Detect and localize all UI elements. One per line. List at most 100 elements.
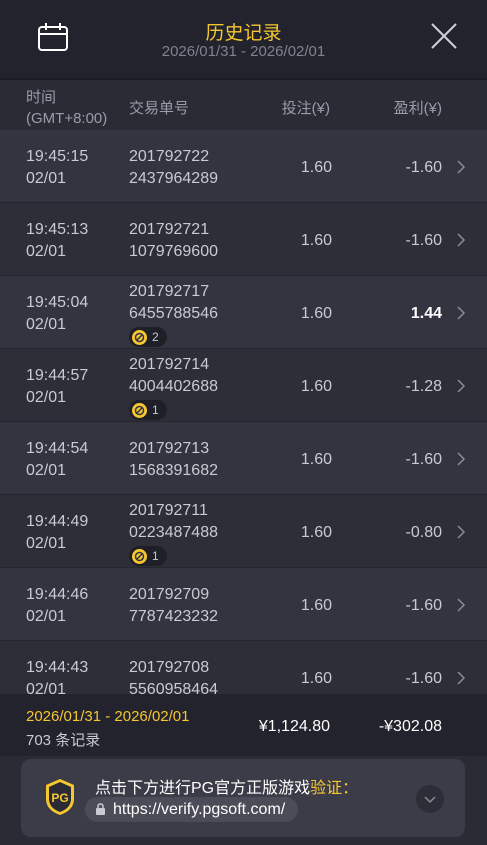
history-row[interactable]: 19:45:04 02/01 201792717 6455788546 2 1.… xyxy=(0,276,487,349)
free-spin-count: 1 xyxy=(152,403,159,417)
chevron-right-icon[interactable] xyxy=(456,451,466,467)
row-id-part2: 0223487488 xyxy=(129,524,218,541)
history-row[interactable]: 19:44:57 02/01 201792714 4004402688 1 1.… xyxy=(0,349,487,422)
column-time: 时间 (GMT+8:00) xyxy=(26,87,107,129)
free-spin-coin-icon xyxy=(132,548,147,564)
chevron-down-icon[interactable] xyxy=(416,785,444,813)
summary-total-bet: ¥1,124.80 xyxy=(258,718,330,735)
row-date: 02/01 xyxy=(26,316,67,333)
row-profit: -1.60 xyxy=(405,670,442,687)
row-bet: 1.60 xyxy=(300,524,332,541)
row-id-part2: 1079769600 xyxy=(129,243,218,260)
free-spin-coin-icon xyxy=(132,402,147,418)
chevron-right-icon[interactable] xyxy=(456,159,466,175)
lock-icon xyxy=(96,803,105,815)
row-bet: 1.60 xyxy=(300,159,332,176)
verify-text-main: 点击下方进行PG官方正版游戏 xyxy=(95,780,311,797)
row-id-part2: 2437964289 xyxy=(129,170,218,187)
svg-text:PG: PG xyxy=(51,791,68,805)
free-spin-badge: 2 xyxy=(129,327,167,347)
history-row[interactable]: 19:44:43 02/01 201792708 5560958464 1.60… xyxy=(0,641,487,694)
verify-banner: PG 点击下方进行PG官方正版游戏验证： https://verify.pgso… xyxy=(21,759,465,837)
header: 历史记录 2026/01/31 - 2026/02/01 xyxy=(0,0,487,80)
row-id-part2: 7787423232 xyxy=(129,608,218,625)
row-time: 19:44:54 xyxy=(26,440,89,457)
history-row[interactable]: 19:45:13 02/01 201792721 1079769600 1.60… xyxy=(0,203,487,276)
verify-url-link[interactable]: https://verify.pgsoft.com/ xyxy=(85,797,299,822)
row-time: 19:45:13 xyxy=(26,221,89,238)
row-id-part1: 201792722 xyxy=(129,148,210,165)
row-date: 02/01 xyxy=(26,681,67,694)
row-bet: 1.60 xyxy=(300,451,332,468)
row-id-part2: 4004402688 xyxy=(129,378,218,395)
verify-text-highlight: 验证： xyxy=(310,780,359,797)
pg-logo: PG xyxy=(46,779,74,815)
history-row[interactable]: 19:45:15 02/01 201792722 2437964289 1.60… xyxy=(0,130,487,203)
row-id-part1: 201792714 xyxy=(129,356,210,373)
free-spin-count: 2 xyxy=(152,330,159,344)
row-bet: 1.60 xyxy=(300,305,332,322)
row-id-part1: 201792721 xyxy=(129,221,210,238)
row-profit: -1.60 xyxy=(405,159,442,176)
row-time: 19:44:49 xyxy=(26,513,89,530)
column-time-label: 时间 xyxy=(26,89,57,106)
history-list[interactable]: 19:45:15 02/01 201792722 2437964289 1.60… xyxy=(0,130,487,694)
row-id-part1: 201792709 xyxy=(129,586,210,603)
row-time: 19:45:15 xyxy=(26,148,89,165)
row-id-part1: 201792717 xyxy=(129,283,210,300)
verify-url-text[interactable]: https://verify.pgsoft.com/ xyxy=(113,801,285,818)
page-title: 历史记录 xyxy=(205,23,282,44)
chevron-right-icon[interactable] xyxy=(456,232,466,248)
row-id-part1: 201792708 xyxy=(129,659,210,676)
row-time: 19:44:43 xyxy=(26,659,89,676)
row-id-part2: 6455788546 xyxy=(129,305,218,322)
row-profit: -1.28 xyxy=(405,378,442,395)
row-profit: -1.60 xyxy=(405,597,442,614)
summary-record-count: 703 条记录 xyxy=(26,732,101,749)
row-date: 02/01 xyxy=(26,170,67,187)
row-date: 02/01 xyxy=(26,608,67,625)
chevron-right-icon[interactable] xyxy=(456,670,466,686)
row-bet: 1.60 xyxy=(300,597,332,614)
close-icon[interactable] xyxy=(430,22,458,50)
row-time: 19:44:46 xyxy=(26,586,89,603)
chevron-right-icon[interactable] xyxy=(456,597,466,613)
row-time: 19:45:04 xyxy=(26,294,89,311)
history-row[interactable]: 19:44:46 02/01 201792709 7787423232 1.60… xyxy=(0,568,487,641)
column-tx-id: 交易单号 xyxy=(129,100,190,117)
chevron-right-icon[interactable] xyxy=(456,305,466,321)
history-row[interactable]: 19:44:49 02/01 201792711 0223487488 1 1.… xyxy=(0,495,487,568)
column-header: 时间 (GMT+8:00) 交易单号 投注(¥) 盈利(¥) xyxy=(0,82,487,130)
history-row[interactable]: 19:44:54 02/01 201792713 1568391682 1.60… xyxy=(0,422,487,495)
row-profit: -1.60 xyxy=(405,451,442,468)
free-spin-badge: 1 xyxy=(129,546,167,566)
free-spin-count: 1 xyxy=(152,549,159,563)
column-profit: 盈利(¥) xyxy=(393,100,442,117)
row-time: 19:44:57 xyxy=(26,367,89,384)
row-date: 02/01 xyxy=(26,462,67,479)
row-id-part1: 201792711 xyxy=(129,502,208,519)
summary-bar: 2026/01/31 - 2026/02/01 703 条记录 ¥1,124.8… xyxy=(0,694,487,756)
row-date: 02/01 xyxy=(26,243,67,260)
row-date: 02/01 xyxy=(26,535,67,552)
column-bet: 投注(¥) xyxy=(281,100,330,117)
row-bet: 1.60 xyxy=(300,232,332,249)
verify-text: 点击下方进行PG官方正版游戏验证： xyxy=(95,774,358,798)
chevron-right-icon[interactable] xyxy=(456,378,466,394)
chevron-right-icon[interactable] xyxy=(456,524,466,540)
column-time-zone: (GMT+8:00) xyxy=(26,110,108,127)
row-bet: 1.60 xyxy=(300,378,332,395)
row-bet: 1.60 xyxy=(300,670,332,687)
summary-date-range: 2026/01/31 - 2026/02/01 xyxy=(26,708,190,725)
row-date: 02/01 xyxy=(26,389,67,406)
row-id-part2: 1568391682 xyxy=(129,462,218,479)
free-spin-badge: 1 xyxy=(129,400,167,420)
row-profit: -0.80 xyxy=(405,524,442,541)
free-spin-coin-icon xyxy=(132,329,147,345)
row-profit: -1.60 xyxy=(405,232,442,249)
header-date-range: 2026/01/31 - 2026/02/01 xyxy=(161,43,326,60)
row-id-part2: 5560958464 xyxy=(129,681,218,694)
row-id-part1: 201792713 xyxy=(129,440,210,457)
summary-total-profit: -¥302.08 xyxy=(378,718,442,735)
row-profit: 1.44 xyxy=(410,305,442,322)
